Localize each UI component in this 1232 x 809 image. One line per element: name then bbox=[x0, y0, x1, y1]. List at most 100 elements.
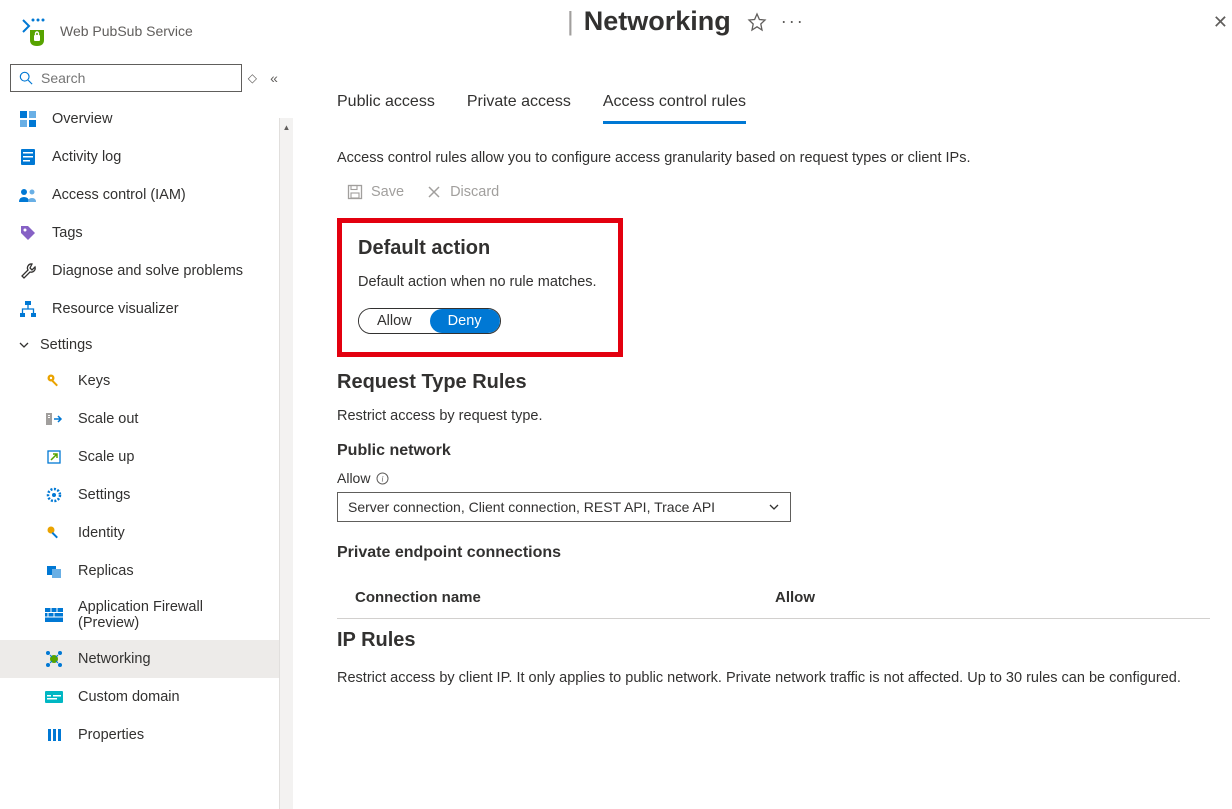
sidebar-group-settings[interactable]: Settings bbox=[0, 328, 293, 362]
sidebar-item-overview[interactable]: Overview bbox=[0, 100, 293, 138]
people-icon bbox=[18, 185, 38, 205]
sidebar-item-networking[interactable]: Networking bbox=[0, 640, 293, 678]
nav-label: Properties bbox=[78, 727, 144, 743]
sidebar-item-properties[interactable]: Properties bbox=[0, 716, 293, 754]
sidebar: Web PubSub Service ◇ « Overview bbox=[0, 0, 293, 809]
nav-label: Scale out bbox=[78, 411, 138, 427]
default-action-section: Default action Default action when no ru… bbox=[337, 218, 623, 357]
nav-label: Tags bbox=[52, 225, 83, 241]
tab-private-access[interactable]: Private access bbox=[467, 93, 571, 124]
default-action-title: Default action bbox=[358, 237, 602, 260]
tab-access-control-rules[interactable]: Access control rules bbox=[603, 93, 746, 124]
brand: Web PubSub Service bbox=[0, 10, 293, 60]
sidebar-item-application-firewall[interactable]: Application Firewall (Preview) bbox=[0, 590, 293, 640]
sidebar-item-keys[interactable]: Keys bbox=[0, 362, 293, 400]
request-type-sub: Restrict access by request type. bbox=[337, 408, 1210, 424]
domain-icon bbox=[44, 687, 64, 707]
nav-label: Overview bbox=[52, 111, 112, 127]
sidebar-item-activity-log[interactable]: Activity log bbox=[0, 138, 293, 176]
nav-label: Diagnose and solve problems bbox=[52, 263, 243, 279]
wrench-icon bbox=[18, 261, 38, 281]
brand-name: Web PubSub Service bbox=[60, 23, 193, 39]
default-action-toggle[interactable]: Allow Deny bbox=[358, 308, 501, 334]
sidebar-item-replicas[interactable]: Replicas bbox=[0, 552, 293, 590]
ip-rules-section: IP Rules Restrict access by client IP. I… bbox=[337, 629, 1210, 690]
nav-label: Identity bbox=[78, 525, 125, 541]
nav: Overview Activity log Access control (IA… bbox=[0, 100, 293, 809]
save-icon bbox=[347, 184, 363, 200]
search-icon bbox=[19, 71, 33, 85]
nav-label: Access control (IAM) bbox=[52, 187, 186, 203]
nav-label: Activity log bbox=[52, 149, 121, 165]
sidebar-item-diagnose[interactable]: Diagnose and solve problems bbox=[0, 252, 293, 290]
sidebar-item-identity[interactable]: Identity bbox=[0, 514, 293, 552]
search-input[interactable] bbox=[39, 69, 233, 87]
header-divider: | bbox=[567, 6, 574, 37]
nav-label: Scale up bbox=[78, 449, 134, 465]
nav-label: Settings bbox=[78, 487, 130, 503]
sidebar-item-access-control-iam[interactable]: Access control (IAM) bbox=[0, 176, 293, 214]
networking-icon bbox=[44, 649, 64, 669]
scale-out-icon bbox=[44, 409, 64, 429]
sidebar-item-scale-out[interactable]: Scale out bbox=[0, 400, 293, 438]
overview-icon bbox=[18, 109, 38, 129]
hierarchy-icon bbox=[18, 299, 38, 319]
scale-up-icon bbox=[44, 447, 64, 467]
allow-label: Allow bbox=[337, 470, 370, 486]
toggle-allow[interactable]: Allow bbox=[359, 309, 430, 333]
request-type-title: Request Type Rules bbox=[337, 371, 1210, 394]
col-allow: Allow bbox=[775, 589, 1210, 606]
dropdown-value: Server connection, Client connection, RE… bbox=[348, 499, 715, 515]
discard-button[interactable]: Discard bbox=[426, 184, 499, 200]
tab-public-access[interactable]: Public access bbox=[337, 93, 435, 124]
info-icon[interactable]: i bbox=[376, 472, 389, 485]
activity-log-icon bbox=[18, 147, 38, 167]
nav-label: Application Firewall (Preview) bbox=[78, 599, 248, 631]
gear-icon bbox=[44, 485, 64, 505]
toggle-deny[interactable]: Deny bbox=[430, 309, 500, 333]
request-type-rules-section: Request Type Rules Restrict access by re… bbox=[337, 371, 1210, 619]
col-connection-name: Connection name bbox=[355, 589, 775, 606]
main-content: ✕ | Networking ··· Public access Private… bbox=[293, 0, 1232, 809]
firewall-icon bbox=[44, 605, 64, 625]
page-title: Networking bbox=[584, 6, 731, 37]
properties-icon bbox=[44, 725, 64, 745]
discard-x-icon bbox=[426, 184, 442, 200]
tabs: Public access Private access Access cont… bbox=[337, 93, 1210, 124]
page-header: | Networking ··· bbox=[337, 0, 1210, 37]
more-actions-icon[interactable]: ··· bbox=[781, 11, 805, 32]
nav-label: Networking bbox=[78, 651, 151, 667]
sidebar-item-scale-up[interactable]: Scale up bbox=[0, 438, 293, 476]
search-box[interactable] bbox=[10, 64, 242, 92]
identity-key-icon bbox=[44, 523, 64, 543]
nav-label: Replicas bbox=[78, 563, 134, 579]
nav-label: Keys bbox=[78, 373, 110, 389]
ip-rules-desc: Restrict access by client IP. It only ap… bbox=[337, 668, 1210, 690]
expand-collapse-icon[interactable]: ◇ bbox=[248, 71, 257, 85]
toolbar: Save Discard bbox=[337, 184, 1210, 200]
sidebar-item-resource-visualizer[interactable]: Resource visualizer bbox=[0, 290, 293, 328]
allow-request-types-dropdown[interactable]: Server connection, Client connection, RE… bbox=[337, 492, 791, 522]
service-logo-icon bbox=[20, 16, 48, 46]
nav-label: Custom domain bbox=[78, 689, 180, 705]
pec-table-header: Connection name Allow bbox=[337, 572, 1210, 619]
pec-heading: Private endpoint connections bbox=[337, 544, 1210, 562]
chevron-down-icon bbox=[18, 339, 30, 351]
nav-label: Settings bbox=[40, 337, 92, 353]
favorite-star-icon[interactable] bbox=[747, 12, 767, 32]
sidebar-item-custom-domain[interactable]: Custom domain bbox=[0, 678, 293, 716]
nav-label: Resource visualizer bbox=[52, 301, 179, 317]
save-button[interactable]: Save bbox=[347, 184, 404, 200]
save-label: Save bbox=[371, 184, 404, 200]
discard-label: Discard bbox=[450, 184, 499, 200]
sidebar-scrollbar[interactable]: ▲ bbox=[279, 118, 293, 809]
default-action-sub: Default action when no rule matches. bbox=[358, 274, 602, 290]
tag-icon bbox=[18, 223, 38, 243]
close-icon[interactable]: ✕ bbox=[1213, 12, 1228, 33]
tab-description: Access control rules allow you to config… bbox=[337, 150, 1210, 166]
collapse-sidebar-icon[interactable]: « bbox=[263, 70, 285, 86]
scroll-up-icon[interactable]: ▲ bbox=[280, 118, 293, 136]
sidebar-item-tags[interactable]: Tags bbox=[0, 214, 293, 252]
sidebar-item-settings[interactable]: Settings bbox=[0, 476, 293, 514]
key-icon bbox=[44, 371, 64, 391]
